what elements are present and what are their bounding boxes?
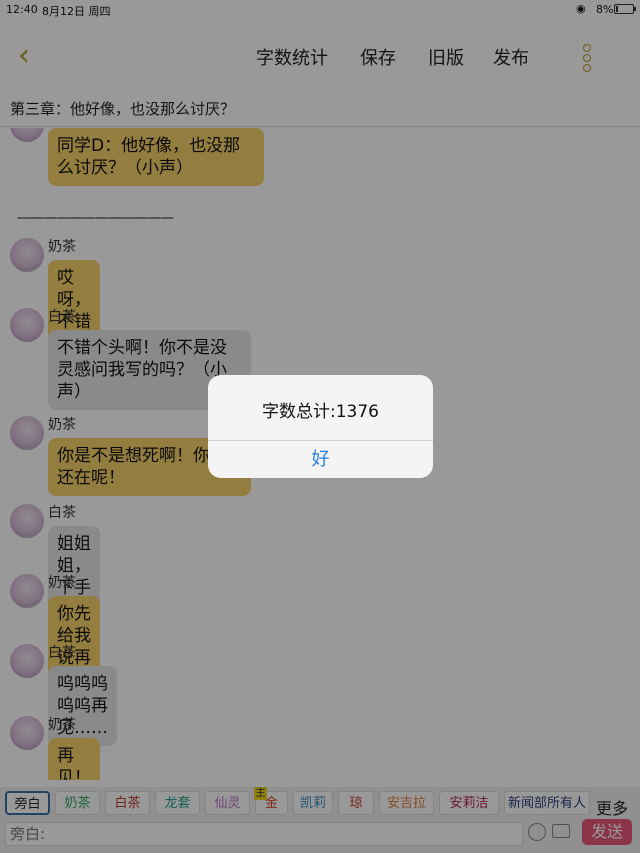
alert-ok-button[interactable]: 好 (208, 441, 433, 478)
word-count-alert: 字数总计:1376 好 (208, 375, 433, 478)
alert-message: 字数总计:1376 (262, 402, 379, 422)
